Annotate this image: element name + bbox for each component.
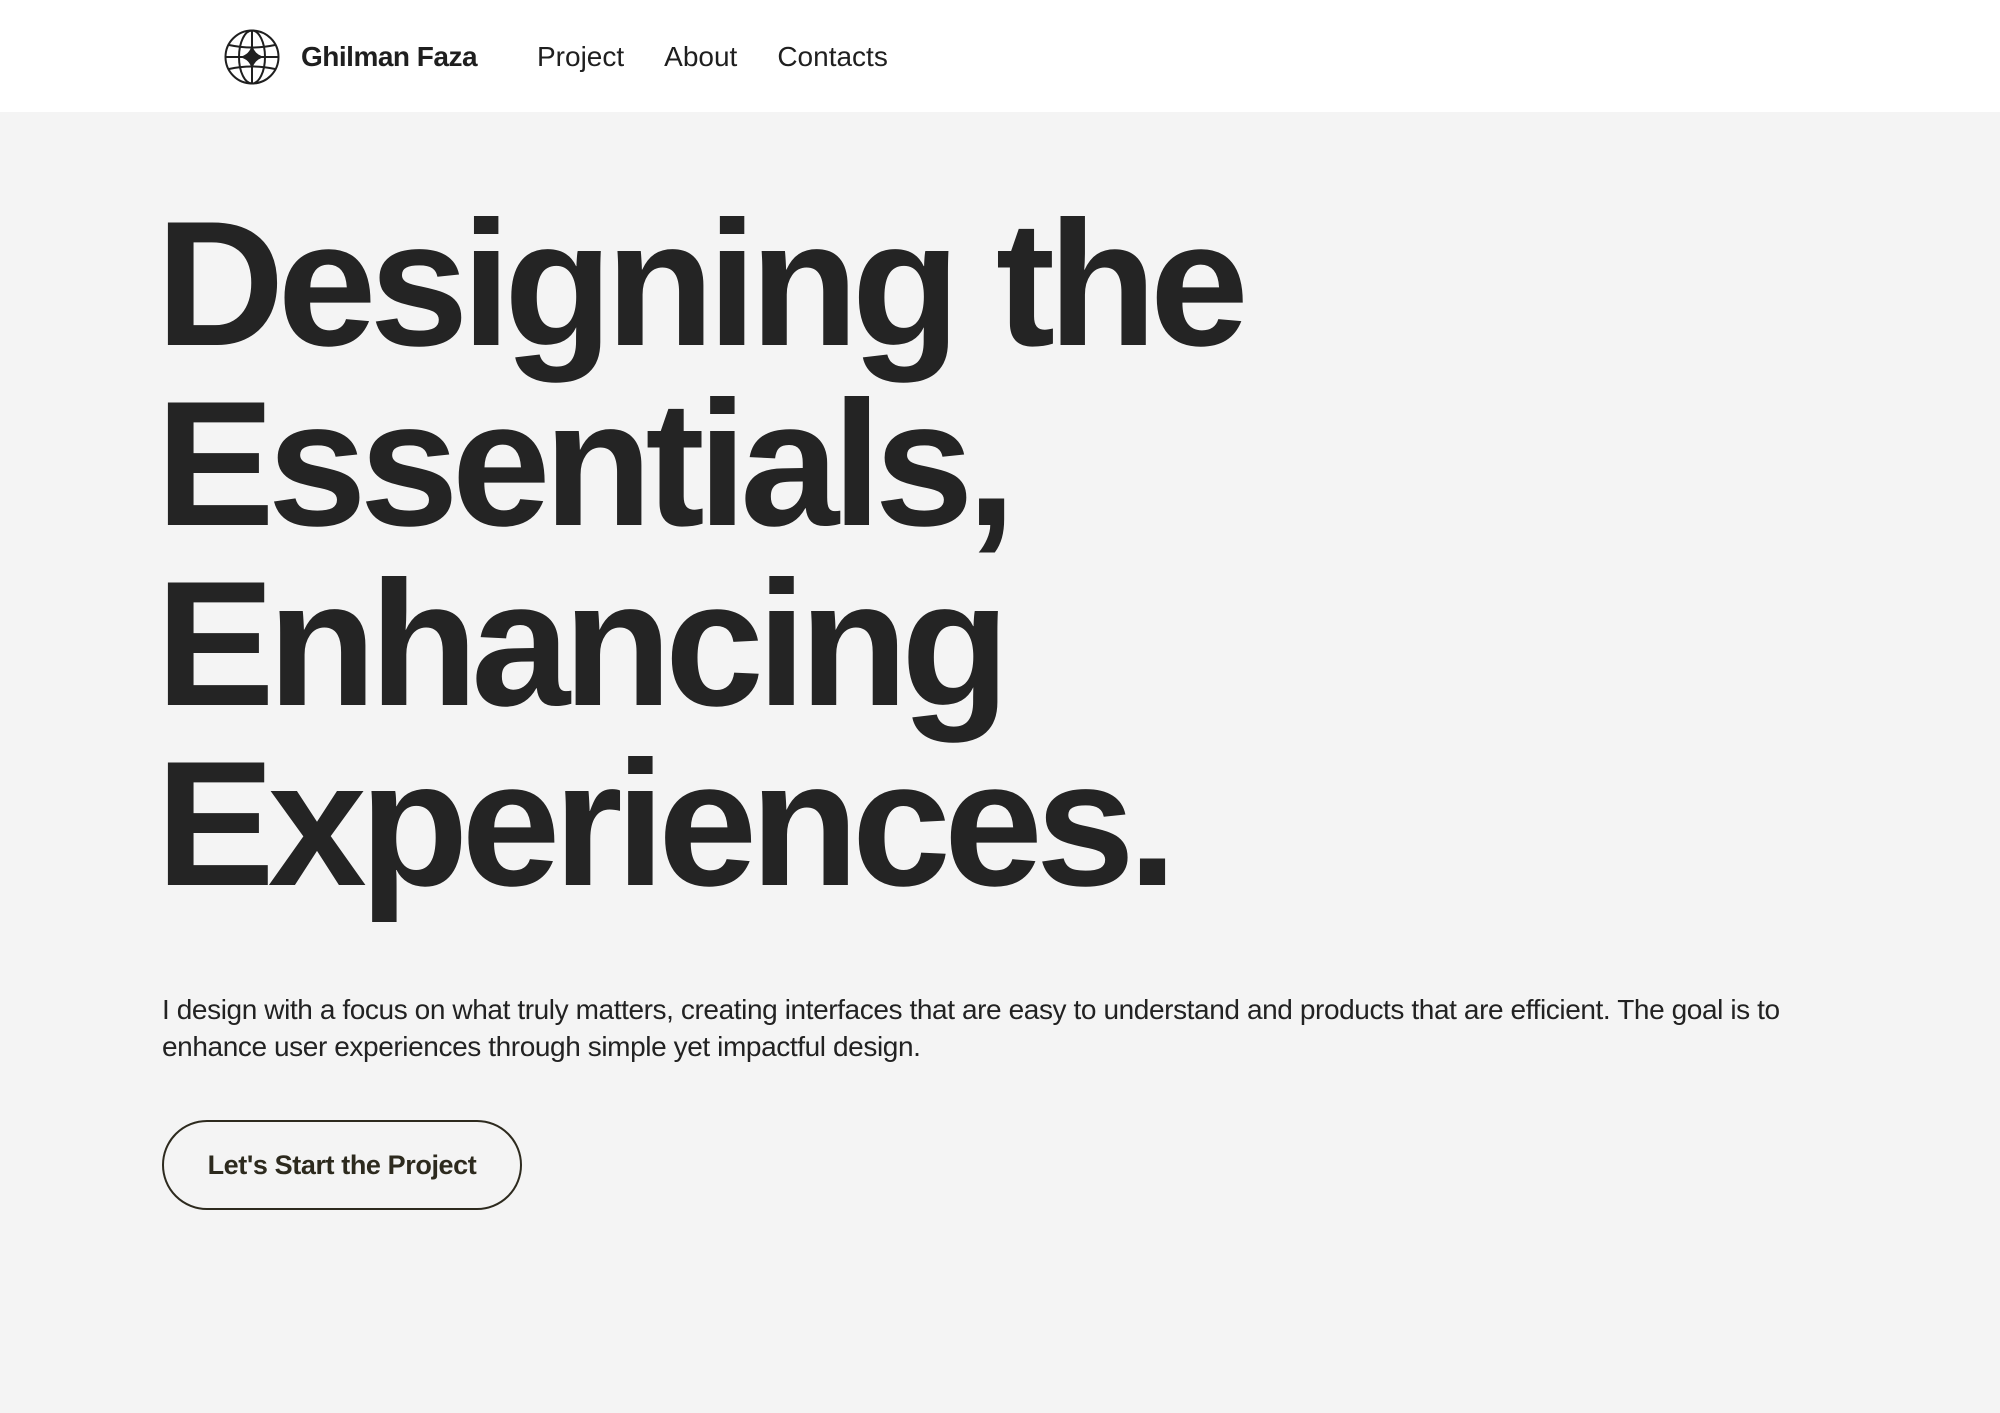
hero-heading-line: Essentials, [156,364,1016,563]
nav-link-project[interactable]: Project [537,38,624,76]
hero-heading-line: Designing the [156,184,1249,383]
start-project-button[interactable]: Let's Start the Project [162,1120,522,1210]
hero-heading-line: Experiences. [156,724,1177,923]
globe-sparkle-icon[interactable] [224,29,280,85]
nav-link-contacts[interactable]: Contacts [777,38,888,76]
hero-heading: Designing the Essentials, Enhancing Expe… [156,194,1656,914]
hero-description: I design with a focus on what truly matt… [162,994,1780,1062]
nav-link-about[interactable]: About [664,38,737,76]
brand-name[interactable]: Ghilman Faza [301,38,478,76]
main-navigation: Project About Contacts [537,38,888,76]
top-navigation-bar: Ghilman Faza Project About Contacts [0,0,2000,112]
hero-heading-line: Enhancing [156,544,1010,743]
